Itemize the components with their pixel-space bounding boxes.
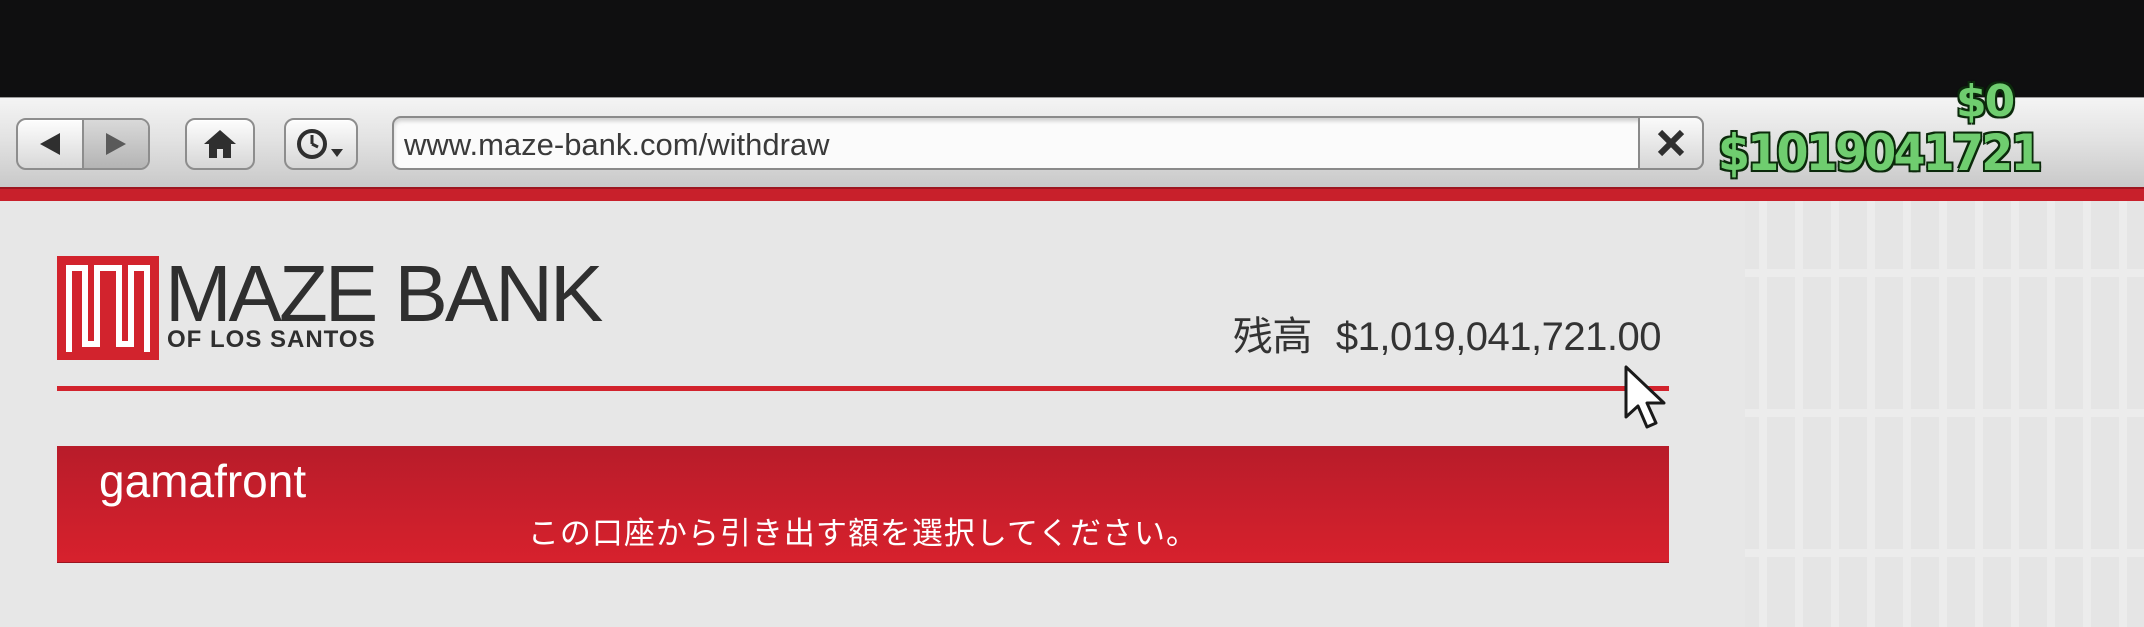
- close-icon: [1657, 129, 1685, 157]
- header-red-stripe: [0, 187, 2144, 201]
- address-bar[interactable]: www.maze-bank.com/withdraw: [392, 116, 1704, 170]
- bank-name: MAZE BANK: [165, 249, 603, 338]
- nav-button-group: [16, 118, 150, 170]
- withdraw-prompt: この口座から引き出す額を選択してください。: [527, 516, 1199, 552]
- back-button[interactable]: [18, 120, 82, 168]
- header-divider: [57, 386, 1669, 391]
- mouse-cursor-icon: [1624, 365, 1666, 429]
- url-text[interactable]: www.maze-bank.com/withdraw: [404, 127, 830, 163]
- home-icon: [204, 130, 236, 158]
- back-arrow-icon: [40, 133, 60, 155]
- home-button[interactable]: [185, 118, 255, 170]
- history-clock-icon: [297, 129, 343, 159]
- hud-money-total: $1019041721: [1718, 124, 2042, 182]
- account-banner: gamafront この口座から引き出す額を選択してください。: [57, 446, 1669, 562]
- maze-logo-icon: [57, 256, 159, 360]
- forward-arrow-icon: [106, 133, 126, 155]
- clear-url-button[interactable]: [1638, 116, 1704, 170]
- history-button[interactable]: [284, 118, 358, 170]
- bank-page: MAZE BANK OF LOS SANTOS 残高 $1,019,041,721…: [0, 201, 2144, 627]
- maze-background-pattern: [1745, 201, 2144, 627]
- account-balance: 残高 $1,019,041,721.00: [1232, 304, 1662, 362]
- balance-label: 残高: [1232, 314, 1313, 360]
- balance-value: $1,019,041,721.00: [1335, 315, 1662, 359]
- top-letterbox: [0, 0, 2144, 97]
- account-name: gamafront: [99, 455, 307, 507]
- hud-money-change: $0: [1956, 76, 2015, 127]
- forward-button[interactable]: [82, 120, 148, 168]
- bank-subtitle: OF LOS SANTOS: [167, 326, 376, 353]
